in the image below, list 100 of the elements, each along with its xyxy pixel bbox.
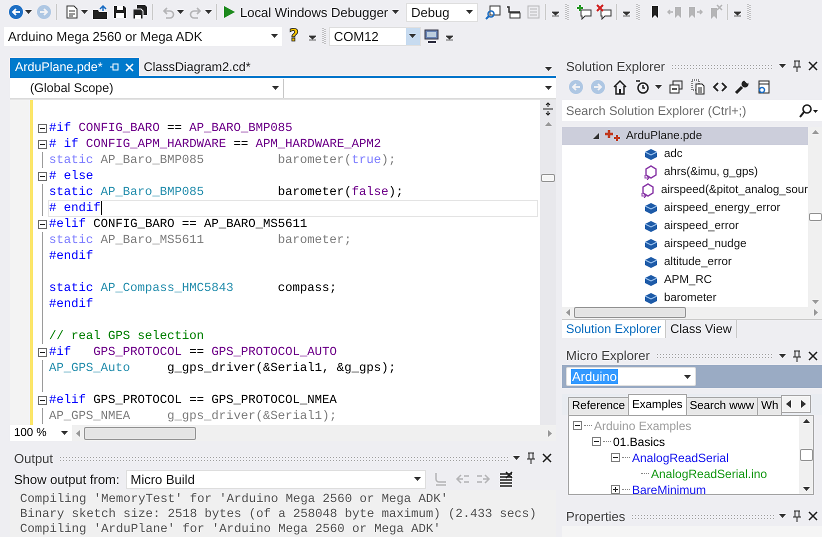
expand-icon[interactable] [611, 485, 620, 494]
monitor-icon[interactable] [424, 28, 440, 44]
scroll-up-icon[interactable] [802, 418, 810, 423]
caret-icon[interactable] [513, 456, 520, 460]
tree-item-label: airspeed_error [664, 220, 739, 232]
field-icon [643, 236, 659, 252]
field-icon [643, 200, 659, 216]
delete-comment-icon[interactable] [596, 4, 612, 20]
caret-icon[interactable] [545, 86, 552, 90]
search-field[interactable]: Search Solution Explorer (Ctrl+;) [562, 100, 822, 122]
caret-icon[interactable] [414, 477, 420, 481]
show-all-files-icon[interactable] [690, 79, 706, 96]
caret-icon[interactable] [271, 34, 278, 38]
tree-item[interactable]: airspeed(&pitot_analog_sour [562, 181, 808, 200]
clock-icon[interactable] [634, 79, 650, 96]
vertical-scrollbar[interactable] [799, 416, 813, 494]
pin-icon[interactable] [526, 452, 536, 464]
collapse-icon[interactable] [38, 348, 46, 356]
tree-item[interactable]: APM_RC [562, 271, 808, 290]
expander-icon[interactable] [592, 132, 600, 140]
back-icon[interactable] [8, 4, 24, 20]
caret-icon[interactable] [61, 431, 68, 435]
collapse-icon[interactable] [573, 421, 582, 430]
board-dropdown[interactable]: Arduino Mega 2560 or Mega ADK [4, 26, 282, 46]
new-document-icon[interactable] [64, 4, 80, 20]
scroll-down-icon[interactable] [802, 486, 810, 491]
toolbar-grip[interactable] [565, 3, 570, 21]
pin-icon[interactable] [792, 60, 802, 72]
toolbar-grip[interactable] [747, 3, 752, 21]
close-icon[interactable] [542, 453, 552, 463]
tree-item[interactable]: airspeed_energy_error [562, 199, 808, 218]
collapse-icon[interactable] [611, 453, 620, 462]
caret-icon[interactable] [81, 10, 88, 14]
collapse-icon[interactable] [592, 437, 601, 446]
caret-icon[interactable] [684, 374, 691, 379]
panel-tab[interactable]: Solution Explorer [562, 320, 666, 338]
caret-icon[interactable] [545, 67, 552, 71]
collapse-icon[interactable] [38, 172, 46, 180]
caret-icon[interactable] [408, 34, 416, 38]
explorer-tab[interactable]: Search www [686, 396, 758, 415]
caret-icon[interactable] [655, 85, 662, 90]
collapse-icon[interactable] [38, 220, 46, 228]
collapse-all-icon[interactable] [668, 79, 684, 96]
collapse-icon[interactable] [38, 124, 46, 132]
tree-item[interactable]: adc [562, 145, 808, 164]
tree-item[interactable]: AnalogReadSerial.ino [651, 466, 768, 481]
toolbar-grip[interactable] [322, 27, 326, 45]
window-search-icon[interactable] [485, 4, 502, 20]
caret-icon[interactable] [779, 64, 786, 68]
open-folder-icon[interactable] [92, 4, 108, 20]
explorer-tab[interactable]: Examples [628, 394, 687, 415]
split-icon[interactable] [542, 102, 554, 116]
caret-icon[interactable] [466, 10, 474, 14]
close-icon[interactable] [808, 61, 818, 72]
tree-item[interactable]: ArduPlane.pde [562, 127, 808, 146]
clear-all-icon[interactable] [498, 471, 514, 487]
pin-icon[interactable] [792, 510, 802, 522]
file-tab[interactable]: ClassDiagram2.cd* [138, 58, 256, 76]
text-indent-icon[interactable] [505, 4, 522, 20]
tree-item[interactable]: BareMinimum [632, 482, 706, 497]
home-icon[interactable] [612, 79, 628, 96]
tree-item[interactable]: airspeed_error [562, 217, 808, 236]
tree-item[interactable]: airspeed_nudge [562, 235, 808, 254]
vertical-scrollbar[interactable] [540, 100, 556, 425]
add-comment-icon[interactable] [576, 4, 592, 20]
tree-item[interactable]: 01.Basics [613, 434, 666, 449]
scrollbar-thumb[interactable] [541, 174, 555, 182]
zoom-dropdown[interactable]: 100 % [10, 425, 72, 441]
save-all-icon[interactable] [132, 4, 148, 20]
explorer-tab[interactable]: Reference [568, 396, 630, 415]
caret-icon[interactable] [272, 86, 279, 90]
scrollbar-thumb[interactable] [808, 213, 822, 222]
panel-tab[interactable]: Class View [666, 320, 737, 338]
wrench-icon[interactable] [734, 79, 750, 96]
close-icon[interactable] [808, 350, 818, 361]
tree-item[interactable]: barometer [562, 289, 808, 308]
scrollbar-thumb[interactable] [574, 307, 686, 318]
caret-icon[interactable] [392, 10, 400, 14]
start-debugger-button[interactable]: Local Windows Debugger [220, 4, 404, 20]
pin-icon[interactable] [792, 350, 802, 362]
tree-item-label: ArduPlane.pde [626, 130, 702, 142]
tree-item[interactable]: altitude_error [562, 253, 808, 272]
preview-icon[interactable] [756, 79, 772, 96]
caret-icon[interactable] [25, 10, 32, 14]
collapse-icon[interactable] [38, 396, 46, 404]
caret-icon[interactable] [779, 514, 786, 518]
configuration-dropdown[interactable]: Debug [406, 2, 478, 22]
scrollbar-thumb[interactable] [800, 448, 812, 461]
tree-item[interactable]: ahrs(&imu, g_gps) [562, 163, 808, 182]
caret-icon[interactable] [779, 354, 786, 358]
explorer-tab[interactable]: Wh [757, 396, 782, 415]
port-dropdown[interactable]: COM12 [328, 26, 421, 46]
search-icon[interactable] [798, 104, 818, 118]
output-source-dropdown[interactable]: Micro Build [126, 470, 426, 488]
save-icon[interactable] [112, 4, 128, 20]
collapse-icon[interactable] [38, 140, 46, 148]
toolbar-grip[interactable] [636, 3, 640, 21]
scrollbar-thumb[interactable] [84, 426, 196, 440]
tree-item[interactable]: AnalogReadSerial [632, 450, 729, 465]
close-icon[interactable] [808, 511, 818, 522]
